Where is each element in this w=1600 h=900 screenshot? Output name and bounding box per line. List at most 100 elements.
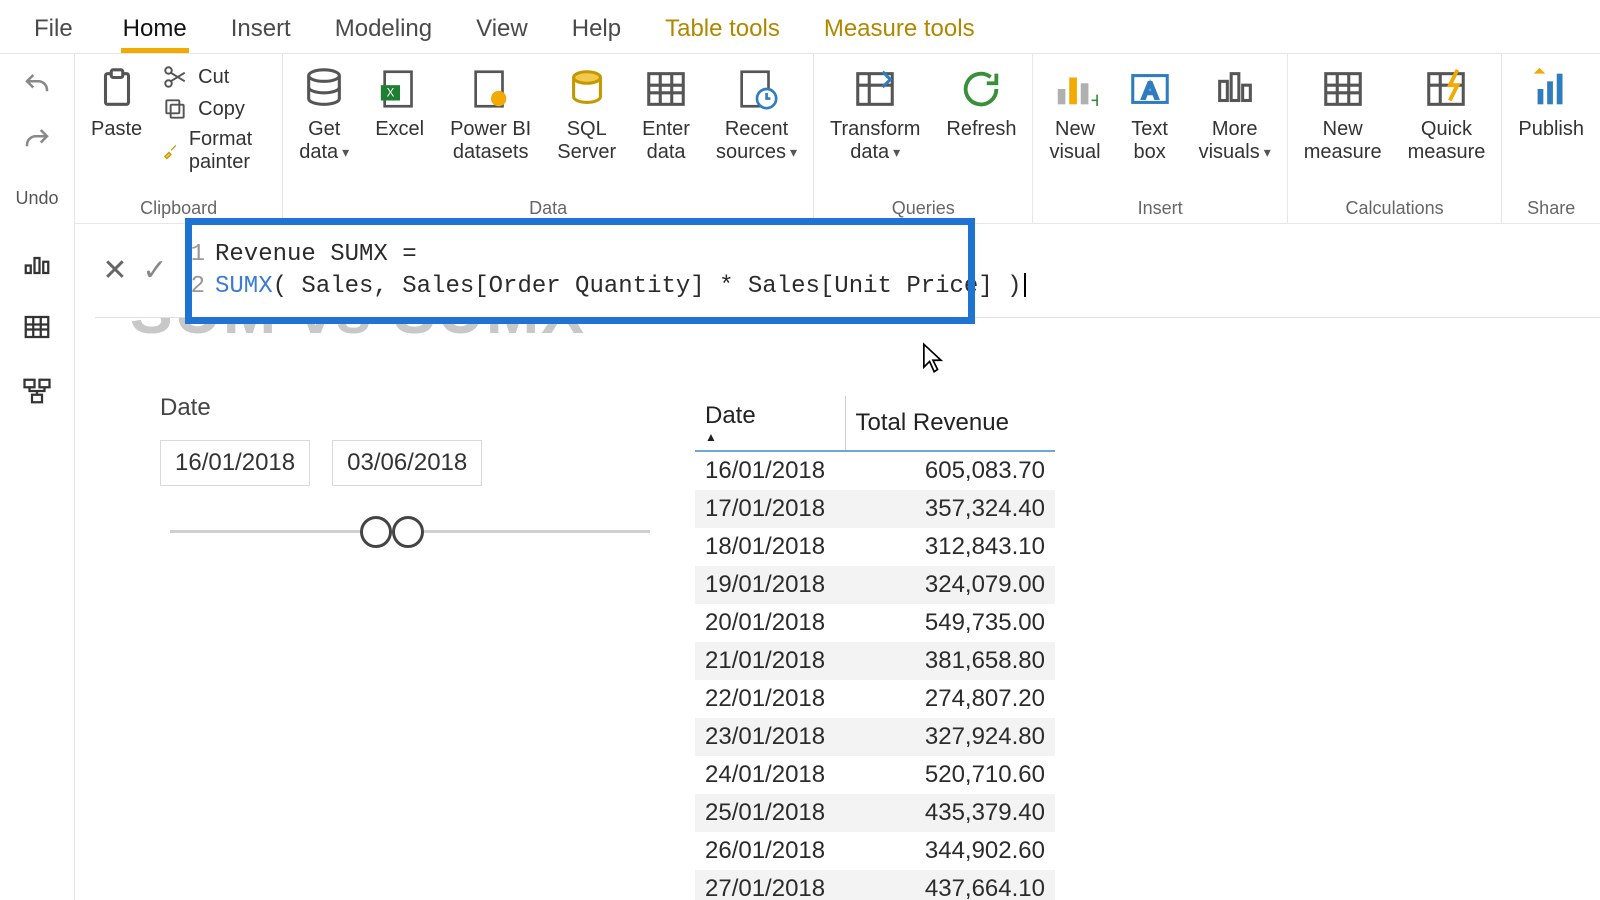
more-visuals-button[interactable]: More visuals bbox=[1193, 64, 1277, 166]
formula-keyword: SUMX bbox=[215, 273, 273, 300]
table-row[interactable]: 27/01/2018437,664.10 bbox=[695, 870, 1055, 900]
cell-revenue: 344,902.60 bbox=[845, 832, 1055, 870]
cell-date: 21/01/2018 bbox=[695, 642, 845, 680]
group-calc-label: Calculations bbox=[1346, 194, 1444, 221]
copy-button[interactable]: Copy bbox=[162, 96, 245, 122]
cell-date: 17/01/2018 bbox=[695, 490, 845, 528]
menu-modeling[interactable]: Modeling bbox=[313, 5, 454, 53]
slicer-start-date[interactable]: 16/01/2018 bbox=[160, 440, 310, 486]
recent-sources-label: Recent sources bbox=[716, 118, 797, 164]
menu-file[interactable]: File bbox=[6, 5, 101, 53]
slicer-slider[interactable] bbox=[160, 516, 660, 546]
table-row[interactable]: 24/01/2018520,710.60 bbox=[695, 756, 1055, 794]
mouse-cursor-icon bbox=[920, 342, 946, 382]
cell-date: 18/01/2018 bbox=[695, 528, 845, 566]
excel-button[interactable]: X Excel bbox=[369, 64, 430, 143]
table-row[interactable]: 16/01/2018605,083.70 bbox=[695, 451, 1055, 490]
table-row[interactable]: 23/01/2018327,924.80 bbox=[695, 718, 1055, 756]
cell-date: 24/01/2018 bbox=[695, 756, 845, 794]
refresh-icon bbox=[958, 66, 1004, 112]
new-visual-button[interactable]: + New visual bbox=[1043, 64, 1106, 166]
new-measure-button[interactable]: New measure bbox=[1298, 64, 1388, 166]
menu-help[interactable]: Help bbox=[550, 5, 643, 53]
slider-knob-start[interactable] bbox=[360, 516, 392, 548]
cell-revenue: 274,807.20 bbox=[845, 680, 1055, 718]
formula-line-2: ( Sales, Sales[Order Quantity] * Sales[U… bbox=[273, 273, 1022, 300]
brush-icon bbox=[162, 138, 179, 164]
new-measure-label: New measure bbox=[1304, 118, 1382, 164]
text-box-button[interactable]: A Text box bbox=[1121, 64, 1179, 166]
svg-text:+: + bbox=[1090, 87, 1098, 112]
table-row[interactable]: 21/01/2018381,658.80 bbox=[695, 642, 1055, 680]
enter-data-button[interactable]: Enter data bbox=[636, 64, 696, 166]
table-row[interactable]: 19/01/2018324,079.00 bbox=[695, 566, 1055, 604]
group-calculations: New measure Quick measure Calculations bbox=[1288, 54, 1503, 223]
formula-commit-button[interactable]: ✓ bbox=[135, 251, 175, 291]
formula-bar: ✕ ✓ 1Revenue SUMX = 2SUMX( Sales, Sales[… bbox=[95, 224, 1600, 318]
revenue-table[interactable]: Date Total Revenue 16/01/2018605,083.701… bbox=[695, 396, 1055, 900]
publish-button[interactable]: Publish bbox=[1512, 64, 1590, 143]
data-view-button[interactable] bbox=[20, 312, 54, 342]
group-clipboard: Paste Cut Copy Format painter bbox=[75, 54, 283, 223]
text-box-label: Text box bbox=[1131, 118, 1168, 164]
table-row[interactable]: 20/01/2018549,735.00 bbox=[695, 604, 1055, 642]
text-cursor bbox=[1024, 273, 1026, 297]
publish-icon bbox=[1528, 66, 1574, 112]
enter-data-label: Enter data bbox=[642, 118, 690, 164]
slider-knob-end[interactable] bbox=[392, 516, 424, 548]
menu-table-tools[interactable]: Table tools bbox=[643, 5, 802, 53]
menu-view[interactable]: View bbox=[454, 5, 550, 53]
table-row[interactable]: 17/01/2018357,324.40 bbox=[695, 490, 1055, 528]
cell-date: 27/01/2018 bbox=[695, 870, 845, 900]
paste-button[interactable]: Paste bbox=[85, 64, 148, 143]
date-slicer[interactable]: Date 16/01/2018 03/06/2018 bbox=[160, 394, 660, 546]
redo-button[interactable] bbox=[22, 125, 52, 160]
sql-server-button[interactable]: SQL Server bbox=[551, 64, 622, 166]
transform-data-button[interactable]: Transform data bbox=[824, 64, 926, 166]
cell-revenue: 605,083.70 bbox=[845, 451, 1055, 490]
group-queries-label: Queries bbox=[892, 194, 955, 221]
quick-measure-label: Quick measure bbox=[1408, 118, 1486, 164]
format-painter-label: Format painter bbox=[189, 128, 272, 174]
table-header-date[interactable]: Date bbox=[695, 396, 845, 451]
quick-measure-button[interactable]: Quick measure bbox=[1402, 64, 1492, 166]
sql-label: SQL Server bbox=[557, 118, 616, 164]
pbi-datasets-button[interactable]: Power BI datasets bbox=[444, 64, 537, 166]
excel-icon: X bbox=[377, 66, 423, 112]
table-row[interactable]: 25/01/2018435,379.40 bbox=[695, 794, 1055, 832]
group-insert-label: Insert bbox=[1138, 194, 1183, 221]
cell-revenue: 327,924.80 bbox=[845, 718, 1055, 756]
table-header-revenue[interactable]: Total Revenue bbox=[845, 396, 1055, 451]
model-view-button[interactable] bbox=[20, 376, 54, 406]
formula-editor[interactable]: 1Revenue SUMX = 2SUMX( Sales, Sales[Orde… bbox=[175, 235, 1600, 307]
slicer-end-date[interactable]: 03/06/2018 bbox=[332, 440, 482, 486]
menu-measure-tools[interactable]: Measure tools bbox=[802, 5, 997, 53]
cell-revenue: 312,843.10 bbox=[845, 528, 1055, 566]
menu-insert[interactable]: Insert bbox=[209, 5, 313, 53]
view-switcher bbox=[0, 224, 75, 900]
table-row[interactable]: 22/01/2018274,807.20 bbox=[695, 680, 1055, 718]
undo-button[interactable] bbox=[22, 70, 52, 105]
refresh-label: Refresh bbox=[946, 118, 1016, 141]
measure-icon bbox=[1320, 66, 1366, 112]
get-data-button[interactable]: Get data bbox=[293, 64, 355, 166]
quick-measure-icon bbox=[1423, 66, 1469, 112]
table-row[interactable]: 26/01/2018344,902.60 bbox=[695, 832, 1055, 870]
cell-date: 20/01/2018 bbox=[695, 604, 845, 642]
group-clipboard-label: Clipboard bbox=[140, 194, 217, 221]
recent-sources-button[interactable]: Recent sources bbox=[710, 64, 803, 166]
cell-date: 16/01/2018 bbox=[695, 451, 845, 490]
undo-group: Undo bbox=[0, 54, 75, 224]
format-painter-button[interactable]: Format painter bbox=[162, 128, 272, 174]
menu-home[interactable]: Home bbox=[101, 5, 209, 53]
report-view-button[interactable] bbox=[20, 248, 54, 278]
cut-button[interactable]: Cut bbox=[162, 64, 229, 90]
refresh-button[interactable]: Refresh bbox=[940, 64, 1022, 143]
copy-label: Copy bbox=[198, 98, 245, 121]
formula-cancel-button[interactable]: ✕ bbox=[95, 251, 135, 291]
more-visuals-icon bbox=[1212, 66, 1258, 112]
table-row[interactable]: 18/01/2018312,843.10 bbox=[695, 528, 1055, 566]
cell-revenue: 520,710.60 bbox=[845, 756, 1055, 794]
group-data: Get data X Excel Power BI datasets SQL S… bbox=[283, 54, 814, 223]
cell-date: 25/01/2018 bbox=[695, 794, 845, 832]
